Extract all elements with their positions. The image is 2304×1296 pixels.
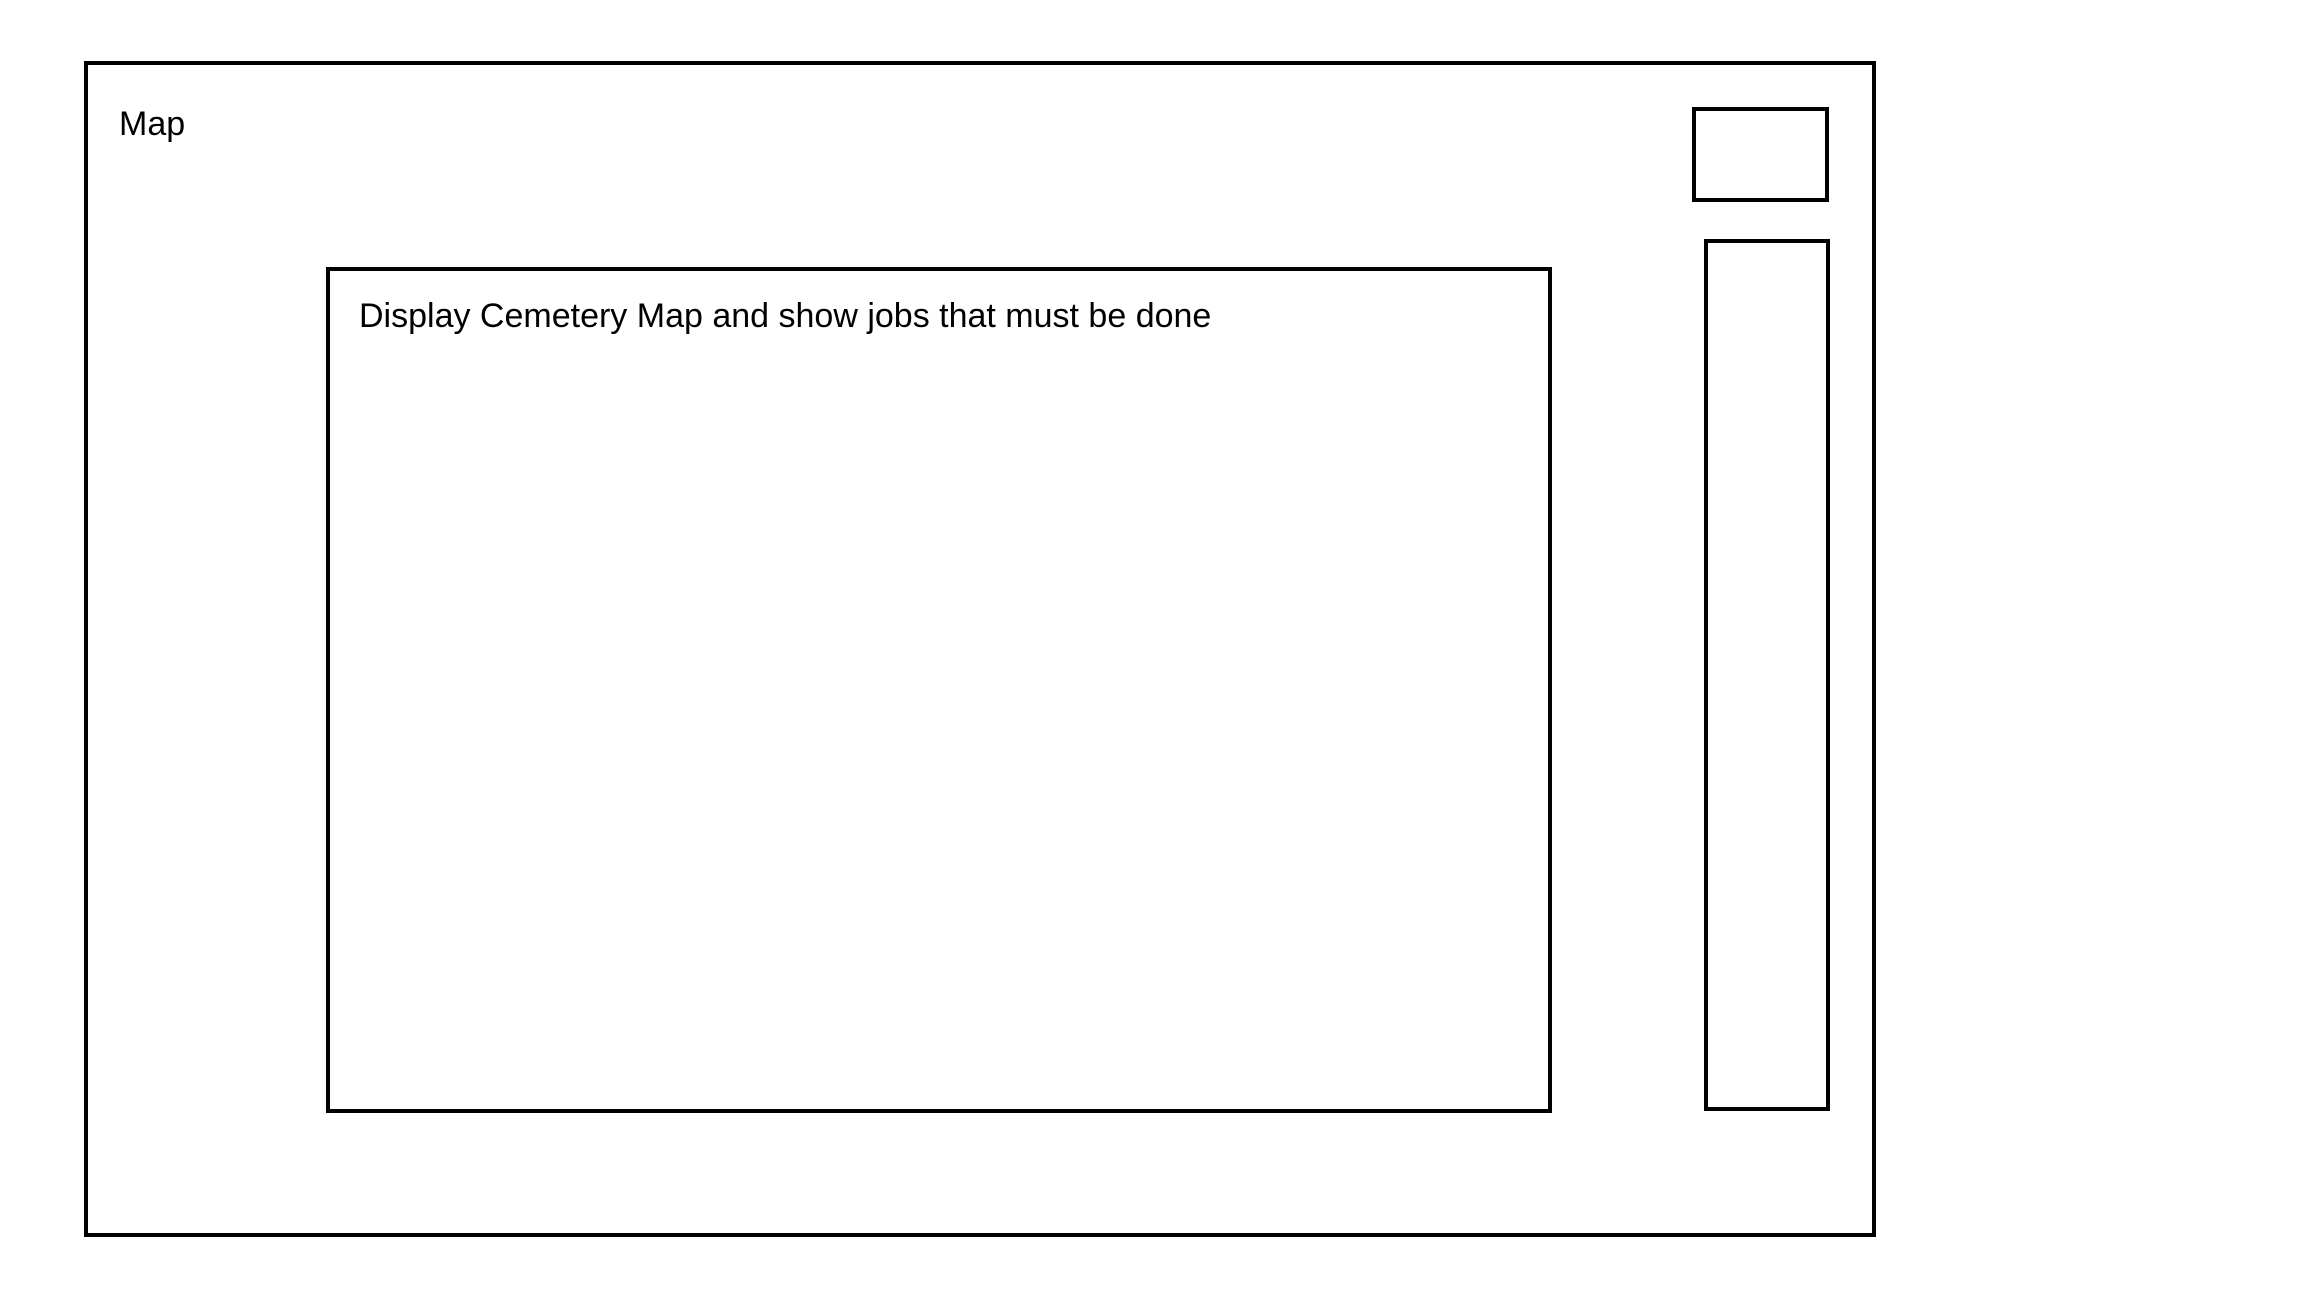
side-panel[interactable]: [1704, 239, 1830, 1111]
map-placeholder-text: Display Cemetery Map and show jobs that …: [359, 297, 1212, 335]
top-right-control-box[interactable]: [1692, 107, 1829, 202]
page-title: Map: [119, 105, 186, 143]
cemetery-map-area[interactable]: [326, 267, 1552, 1113]
